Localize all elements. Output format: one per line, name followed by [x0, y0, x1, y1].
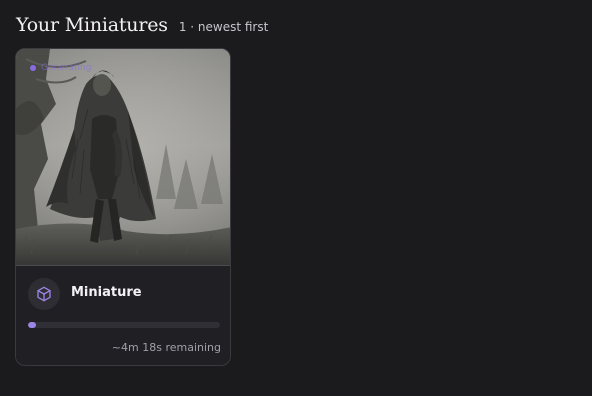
card-details: Miniature ~4m 18s remaining: [16, 266, 230, 365]
page: Your Miniatures 1 · newest first Generat…: [0, 0, 592, 396]
cube-icon: [28, 278, 60, 310]
card-title: Miniature: [71, 285, 142, 300]
page-header: Your Miniatures 1 · newest first: [16, 14, 268, 36]
status-label: Generating: [41, 63, 92, 73]
progress-bar: [28, 322, 220, 328]
preview-artwork: [16, 49, 230, 266]
status-dot-icon: [30, 65, 36, 71]
status-chip: Generating: [30, 63, 91, 73]
time-remaining: ~4m 18s remaining: [111, 341, 221, 354]
progress-fill: [28, 322, 36, 328]
miniature-card[interactable]: Generating Miniature ~4m 18s remaining: [15, 48, 231, 366]
sort-summary: 1 · newest first: [178, 20, 269, 34]
miniature-preview-image[interactable]: Generating: [16, 49, 230, 266]
page-title: Your Miniatures: [16, 14, 168, 36]
